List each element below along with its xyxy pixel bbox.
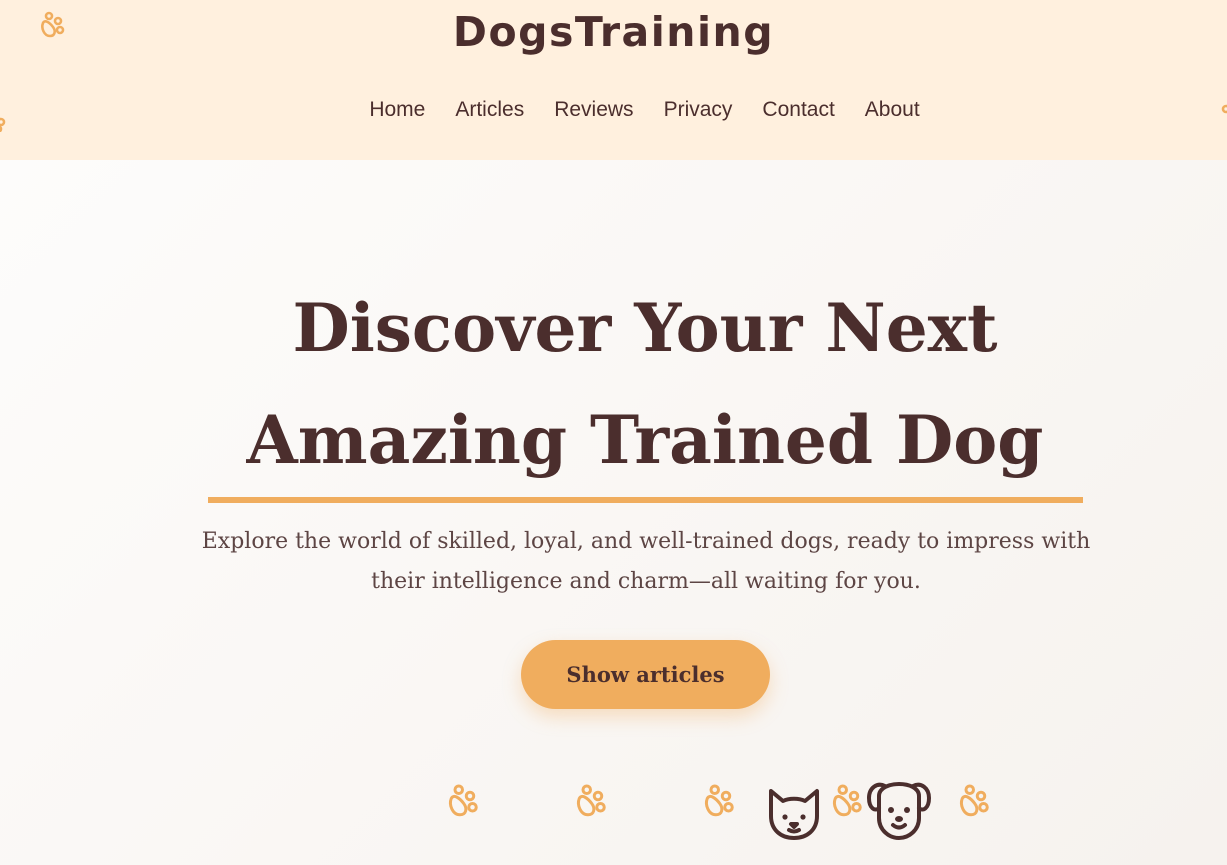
title-divider (208, 497, 1083, 503)
nav-reviews[interactable]: Reviews (554, 92, 633, 128)
paw-print-icon (829, 782, 869, 820)
site-logo[interactable]: DogsTraining (0, 4, 1227, 60)
hero-subtitle: Explore the world of skilled, loyal, and… (201, 529, 1091, 594)
nav-articles[interactable]: Articles (455, 92, 524, 128)
nav-privacy[interactable]: Privacy (664, 92, 733, 128)
dog-face-icon (865, 778, 933, 842)
cat-face-icon (765, 786, 823, 842)
paw-print-icon (445, 782, 485, 820)
nav-contact[interactable]: Contact (762, 92, 834, 128)
main-nav: Home Articles Reviews Privacy Contact Ab… (0, 92, 1227, 128)
nav-home[interactable]: Home (369, 92, 425, 128)
nav-about[interactable]: About (865, 92, 920, 128)
hero-section: Discover Your Next Amazing Trained Dog E… (0, 160, 1227, 865)
paw-print-icon (956, 782, 996, 820)
hero-title: Discover Your Next Amazing Trained Dog (246, 289, 1044, 479)
site-header: DogsTraining Home Articles Reviews Priva… (0, 0, 1227, 160)
paw-print-icon (573, 782, 613, 820)
paw-print-icon (701, 782, 741, 820)
show-articles-button[interactable]: Show articles (521, 640, 770, 709)
